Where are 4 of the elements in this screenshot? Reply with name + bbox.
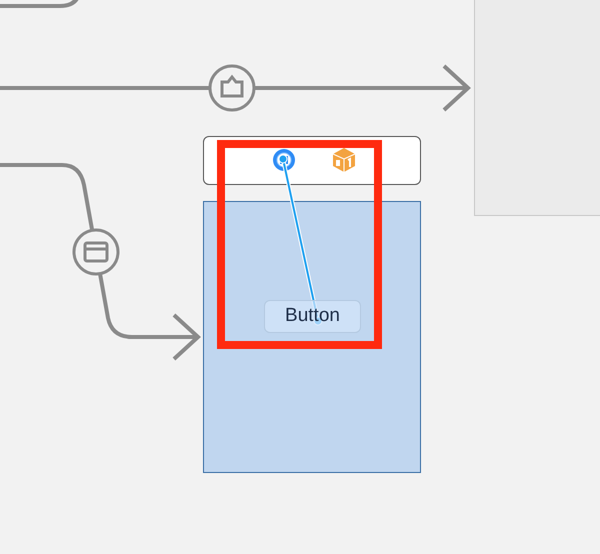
cube-icon[interactable] xyxy=(332,147,356,173)
segue-icon[interactable] xyxy=(208,64,256,112)
button[interactable]: Button xyxy=(264,300,361,333)
segue-icon[interactable] xyxy=(72,228,120,276)
